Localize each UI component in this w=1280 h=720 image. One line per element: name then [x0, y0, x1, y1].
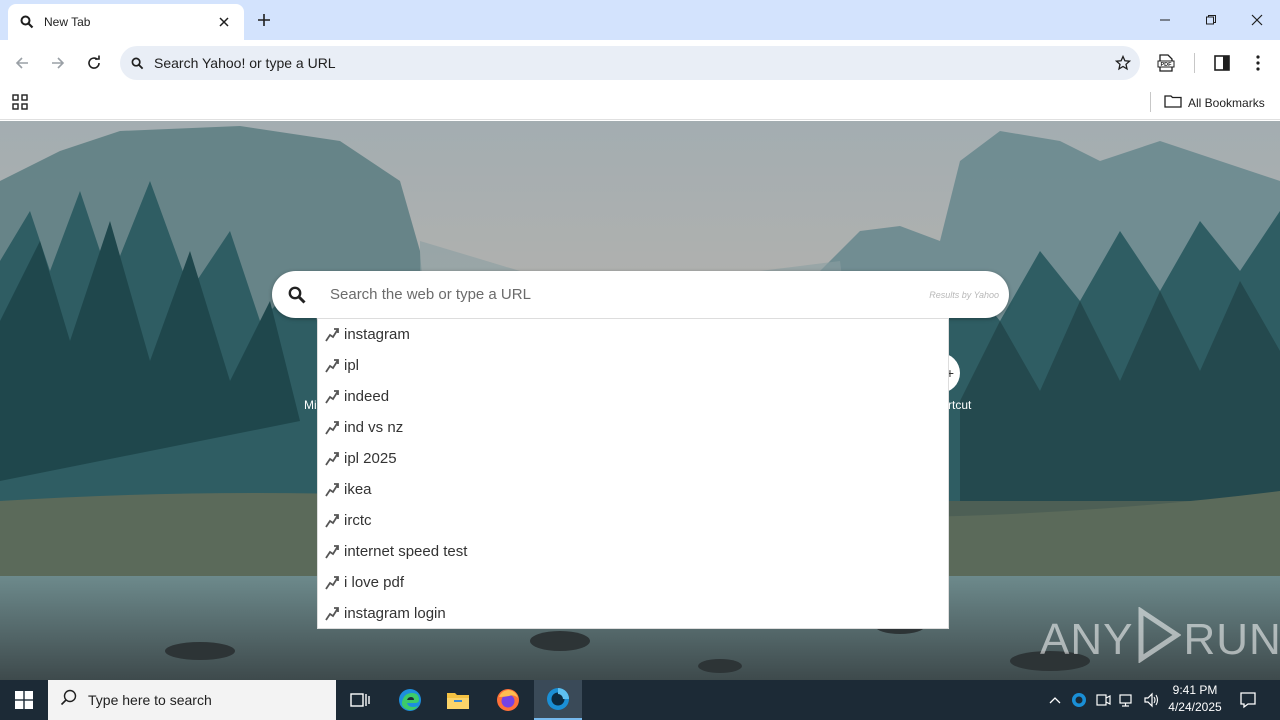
- taskbar-clock[interactable]: 9:41 PM 4/24/2025: [1160, 682, 1230, 718]
- task-view-icon: [350, 693, 370, 707]
- edge-taskbar-button[interactable]: [386, 680, 434, 720]
- shortcut-label-left: Mi: [304, 398, 317, 412]
- suggestion-text: ind vs nz: [344, 419, 404, 436]
- bookmark-star-icon[interactable]: [1106, 46, 1140, 80]
- blue-swirl-icon: [1072, 693, 1086, 707]
- search-icon: [60, 689, 78, 712]
- trending-arrow-icon: [323, 450, 341, 468]
- all-bookmarks-button[interactable]: All Bookmarks: [1164, 91, 1265, 115]
- restore-button[interactable]: [1188, 0, 1234, 40]
- suggestion-text: instagram login: [344, 605, 446, 622]
- browser-toolbar: Search Yahoo! or type a URL PDF: [0, 40, 1280, 86]
- suggestion-text: i love pdf: [344, 574, 405, 591]
- folder-icon: [1164, 94, 1182, 113]
- forward-button[interactable]: [44, 49, 72, 77]
- network-icon[interactable]: [1116, 680, 1138, 720]
- watermark-text-right: RUN: [1183, 615, 1280, 664]
- folder-icon: [447, 693, 469, 709]
- trending-arrow-icon: [323, 357, 341, 375]
- chevron-up-icon: [1049, 697, 1061, 704]
- volume-icon[interactable]: [1140, 680, 1162, 720]
- trending-arrow-icon: [323, 388, 341, 406]
- taskbar-search-placeholder: Type here to search: [88, 692, 212, 708]
- search-icon: [120, 46, 154, 80]
- address-bar[interactable]: Search Yahoo! or type a URL: [120, 46, 1140, 80]
- reload-button[interactable]: [80, 49, 108, 77]
- back-button[interactable]: [8, 49, 36, 77]
- windows-taskbar: Type here to search 9:41 PM 4/24/2025: [0, 680, 1280, 720]
- start-button[interactable]: [0, 680, 48, 720]
- trending-arrow-icon: [323, 605, 341, 623]
- trending-arrow-icon: [323, 481, 341, 499]
- suggestion-text: ipl 2025: [344, 450, 397, 467]
- notifications-button[interactable]: [1232, 680, 1264, 720]
- web-search-input[interactable]: [330, 286, 930, 303]
- apps-grid-icon[interactable]: [10, 92, 30, 112]
- play-logo-icon: [1135, 605, 1182, 674]
- clock-time: 9:41 PM: [1172, 683, 1218, 697]
- tray-app-icon[interactable]: [1068, 680, 1090, 720]
- tab-strip: New Tab: [0, 0, 1280, 40]
- trending-arrow-icon: [323, 326, 341, 344]
- watermark-text-left: ANY: [1040, 615, 1134, 664]
- suggestion-text: ikea: [344, 481, 372, 498]
- suggestion-text: indeed: [344, 388, 390, 405]
- address-bar-text: Search Yahoo! or type a URL: [154, 55, 336, 71]
- bookmarks-divider: [1150, 92, 1151, 112]
- minimize-button[interactable]: [1142, 0, 1188, 40]
- meet-now-icon[interactable]: [1092, 680, 1114, 720]
- suggestion-text: ipl: [344, 357, 360, 374]
- search-suggestions-dropdown: instagram ipl indeed ind vs nz ipl 2025 ikea i…: [317, 318, 949, 629]
- task-view-button[interactable]: [336, 680, 384, 720]
- windows-logo-icon: [15, 691, 33, 709]
- tab-new-tab[interactable]: New Tab: [8, 4, 244, 40]
- notification-icon: [1240, 692, 1256, 709]
- edge-icon: [399, 689, 421, 711]
- anyrun-watermark: ANY RUN: [1040, 605, 1280, 670]
- firefox-taskbar-button[interactable]: [484, 680, 532, 720]
- shortcut-label-right: rtcut: [948, 398, 972, 412]
- close-window-button[interactable]: [1234, 0, 1280, 40]
- show-hidden-icons-button[interactable]: [1044, 680, 1066, 720]
- suggestion-text: internet speed test: [344, 543, 468, 560]
- trending-arrow-icon: [323, 543, 341, 561]
- browser-taskbar-button-active[interactable]: [534, 680, 582, 720]
- suggestion-item[interactable]: ipl 2025: [318, 443, 948, 474]
- pdf-extension-icon[interactable]: PDF: [1152, 49, 1180, 77]
- suggestion-text: instagram: [344, 326, 410, 343]
- svg-text:PDF: PDF: [1161, 62, 1173, 68]
- suggestion-item[interactable]: internet speed test: [318, 536, 948, 567]
- menu-kebab-icon[interactable]: [1244, 49, 1272, 77]
- file-explorer-taskbar-button[interactable]: [434, 680, 482, 720]
- side-panel-icon[interactable]: [1208, 49, 1236, 77]
- results-by-yahoo-label: Results by Yahoo: [929, 289, 999, 300]
- close-icon[interactable]: [214, 12, 234, 32]
- bookmarks-bar: All Bookmarks: [0, 86, 1280, 120]
- new-tab-button[interactable]: [252, 8, 276, 32]
- toolbar-divider: [1194, 53, 1195, 73]
- suggestion-item[interactable]: indeed: [318, 381, 948, 412]
- browser-app-icon: [547, 688, 569, 710]
- trending-arrow-icon: [323, 574, 341, 592]
- tab-title: New Tab: [44, 15, 91, 29]
- suggestion-item[interactable]: irctc: [318, 505, 948, 536]
- suggestion-item[interactable]: ikea: [318, 474, 948, 505]
- suggestion-item[interactable]: i love pdf: [318, 567, 948, 598]
- search-icon[interactable]: [274, 272, 320, 318]
- suggestion-text: irctc: [344, 512, 372, 529]
- web-search-box: Results by Yahoo: [272, 271, 1009, 318]
- search-icon: [18, 13, 36, 31]
- suggestion-item[interactable]: instagram: [318, 319, 948, 350]
- trending-arrow-icon: [323, 512, 341, 530]
- suggestion-item[interactable]: ind vs nz: [318, 412, 948, 443]
- all-bookmarks-label: All Bookmarks: [1188, 96, 1265, 110]
- clock-date: 4/24/2025: [1168, 700, 1222, 714]
- trending-arrow-icon: [323, 419, 341, 437]
- taskbar-search-box[interactable]: Type here to search: [48, 680, 336, 720]
- suggestion-item[interactable]: ipl: [318, 350, 948, 381]
- suggestion-item[interactable]: instagram login: [318, 598, 948, 629]
- firefox-icon: [497, 689, 519, 711]
